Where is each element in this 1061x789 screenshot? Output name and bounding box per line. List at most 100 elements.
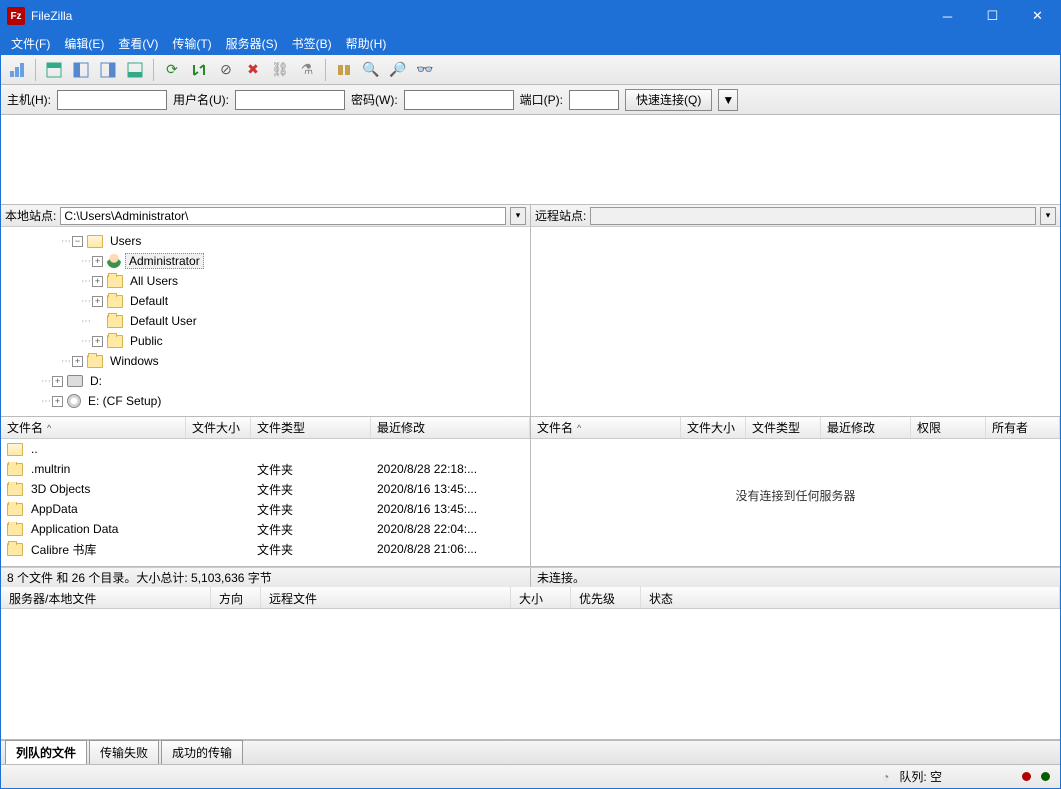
tab-queued[interactable]: 列队的文件 <box>5 740 87 764</box>
user-input[interactable] <box>235 90 345 110</box>
expander-icon[interactable]: + <box>92 256 103 267</box>
qcol-remote[interactable]: 远程文件 <box>261 587 511 608</box>
toggle-remote-tree-icon[interactable] <box>96 58 120 82</box>
list-item[interactable]: .. <box>1 439 530 459</box>
menu-bookmarks[interactable]: 书签(B) <box>286 33 338 54</box>
local-tree[interactable]: ⋯−Users⋯+Administrator⋯+All Users⋯+Defau… <box>1 227 530 416</box>
tree-item[interactable]: ⋯+E: (CF Setup) <box>1 391 530 411</box>
qcol-size[interactable]: 大小 <box>511 587 571 608</box>
col-filename[interactable]: 文件名 <box>531 417 681 438</box>
titlebar: Fz FileZilla ─ ☐ ✕ <box>1 1 1060 31</box>
quickconnect-dropdown[interactable]: ▼ <box>718 89 738 111</box>
quickconnect-button[interactable]: 快速连接(Q) <box>625 89 712 111</box>
tab-failed[interactable]: 传输失败 <box>89 740 159 764</box>
menu-server[interactable]: 服务器(S) <box>220 33 284 54</box>
pass-input[interactable] <box>404 90 514 110</box>
tree-item[interactable]: ⋯+Windows <box>1 351 530 371</box>
menu-help[interactable]: 帮助(H) <box>340 33 393 54</box>
dropdown-icon[interactable]: ▾ <box>510 207 526 225</box>
process-queue-icon[interactable] <box>187 58 211 82</box>
menu-transfer[interactable]: 传输(T) <box>166 33 217 54</box>
queue-body[interactable] <box>1 609 1060 739</box>
tree-item[interactable]: ⋯+D: <box>1 371 530 391</box>
col-filesize[interactable]: 文件大小 <box>186 417 251 438</box>
refresh-icon[interactable]: ⟳ <box>160 58 184 82</box>
remote-path-input[interactable] <box>590 207 1036 225</box>
compare-icon[interactable] <box>332 58 356 82</box>
col-modified[interactable]: 最近修改 <box>371 417 530 438</box>
list-item[interactable]: Application Data文件夹2020/8/28 22:04:... <box>1 519 530 539</box>
dropdown-icon[interactable]: ▾ <box>1040 207 1056 225</box>
col-owner[interactable]: 所有者 <box>986 417 1060 438</box>
list-item[interactable]: 3D Objects文件夹2020/8/16 13:45:... <box>1 479 530 499</box>
binoculars-icon[interactable]: 👓 <box>413 58 437 82</box>
menu-view[interactable]: 查看(V) <box>112 33 164 54</box>
remote-pane: 远程站点: ▾ <box>531 205 1060 416</box>
remote-tree[interactable] <box>531 227 1060 416</box>
user-label: 用户名(U): <box>173 91 229 108</box>
col-filesize[interactable]: 文件大小 <box>681 417 746 438</box>
expander-icon[interactable]: + <box>92 296 103 307</box>
qcol-prio[interactable]: 优先级 <box>571 587 641 608</box>
local-file-list: 文件名 文件大小 文件类型 最近修改 ...multrin文件夹2020/8/2… <box>1 417 531 566</box>
qcol-status[interactable]: 状态 <box>641 587 1060 608</box>
tree-item[interactable]: ⋯+Public <box>1 331 530 351</box>
reconnect-icon[interactable]: ⛓ <box>268 58 292 82</box>
toggle-queue-icon[interactable] <box>123 58 147 82</box>
col-perms[interactable]: 权限 <box>911 417 986 438</box>
site-manager-icon[interactable] <box>5 58 29 82</box>
queue-status: 队列: 空 <box>899 768 942 785</box>
message-log[interactable] <box>1 115 1060 205</box>
tab-success[interactable]: 成功的传输 <box>161 740 243 764</box>
local-files-body[interactable]: ...multrin文件夹2020/8/28 22:18:...3D Objec… <box>1 439 530 566</box>
local-path-input[interactable] <box>60 207 506 225</box>
tree-label: Default <box>127 294 171 308</box>
expander-icon[interactable]: + <box>92 336 103 347</box>
list-item[interactable]: AppData文件夹2020/8/16 13:45:... <box>1 499 530 519</box>
qcol-dir[interactable]: 方向 <box>211 587 261 608</box>
tree-item[interactable]: ⋯+Administrator <box>1 251 530 271</box>
list-item[interactable]: Calibre 书库文件夹2020/8/28 21:06:... <box>1 539 530 559</box>
port-input[interactable] <box>569 90 619 110</box>
cd-icon <box>67 394 81 408</box>
expander-icon[interactable]: + <box>92 276 103 287</box>
folder-icon <box>107 315 123 328</box>
search-icon[interactable]: 🔎 <box>386 58 410 82</box>
menu-edit[interactable]: 编辑(E) <box>58 33 110 54</box>
filters-icon[interactable]: ⚗ <box>295 58 319 82</box>
tree-item[interactable]: ⋯−Users <box>1 231 530 251</box>
col-filetype[interactable]: 文件类型 <box>251 417 371 438</box>
col-filename[interactable]: 文件名 <box>1 417 186 438</box>
col-filetype[interactable]: 文件类型 <box>746 417 821 438</box>
folder-icon <box>7 503 23 516</box>
folder-icon <box>7 543 23 556</box>
remote-status: 未连接。 <box>531 567 1060 587</box>
expander-icon[interactable]: + <box>72 356 83 367</box>
expander-icon[interactable]: − <box>72 236 83 247</box>
activity-led-recv <box>1022 772 1031 781</box>
tree-item[interactable]: ⋯Default User <box>1 311 530 331</box>
close-button[interactable]: ✕ <box>1015 1 1060 31</box>
toolbar: ⟳ ⊘ ✖ ⛓ ⚗ 🔍 🔎 👓 <box>1 55 1060 85</box>
toggle-log-icon[interactable] <box>42 58 66 82</box>
folder-icon <box>7 483 23 496</box>
list-item[interactable]: .multrin文件夹2020/8/28 22:18:... <box>1 459 530 479</box>
disconnect-icon[interactable]: ✖ <box>241 58 265 82</box>
sync-browse-icon[interactable]: 🔍 <box>359 58 383 82</box>
remote-file-list: 文件名 文件大小 文件类型 最近修改 权限 所有者 没有连接到任何服务器 <box>531 417 1060 566</box>
qcol-server[interactable]: 服务器/本地文件 <box>1 587 211 608</box>
maximize-button[interactable]: ☐ <box>970 1 1015 31</box>
tree-item[interactable]: ⋯+Default <box>1 291 530 311</box>
tree-item[interactable]: ⋯+All Users <box>1 271 530 291</box>
menu-file[interactable]: 文件(F) <box>5 33 56 54</box>
cancel-icon[interactable]: ⊘ <box>214 58 238 82</box>
user-icon <box>107 254 121 268</box>
expander-icon[interactable]: + <box>52 376 63 387</box>
remote-hscroll[interactable] <box>531 552 1060 566</box>
expander-icon[interactable]: + <box>52 396 63 407</box>
minimize-button[interactable]: ─ <box>925 1 970 31</box>
remote-empty-message: 没有连接到任何服务器 <box>531 439 1060 552</box>
host-input[interactable] <box>57 90 167 110</box>
col-modified[interactable]: 最近修改 <box>821 417 911 438</box>
toggle-local-tree-icon[interactable] <box>69 58 93 82</box>
